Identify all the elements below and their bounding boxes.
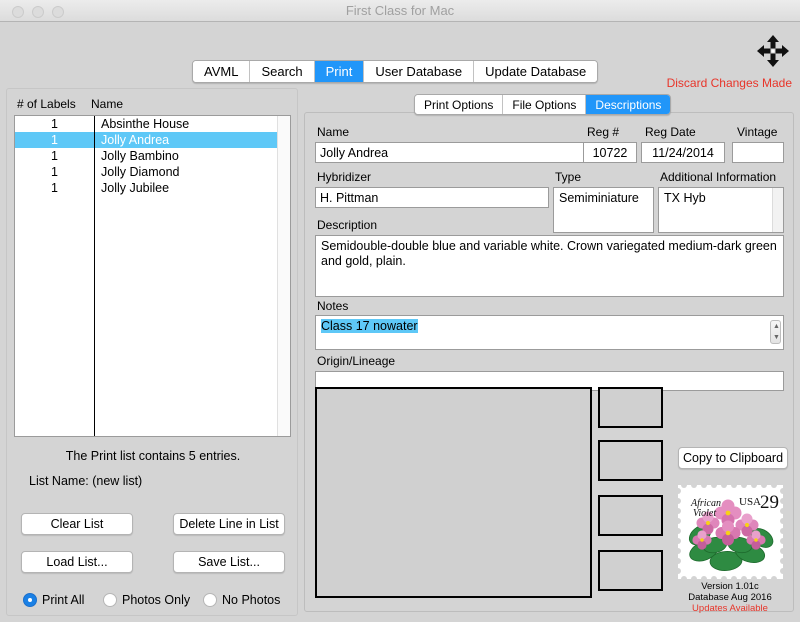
reg-date-input[interactable]: 11/24/2014: [641, 142, 725, 163]
additional-information-value: TX Hyb: [664, 191, 706, 205]
list-item-name: Jolly Jubilee: [101, 181, 170, 195]
list-item-name: Jolly Andrea: [101, 133, 170, 147]
version-info: Version 1.01c Database Aug 2016 Updates …: [665, 581, 795, 614]
clear-list-button[interactable]: Clear List: [21, 513, 133, 535]
radio-label-no-photos: No Photos: [222, 593, 281, 607]
tab-update-database[interactable]: Update Database: [474, 61, 598, 82]
list-item[interactable]: 1 Jolly Diamond: [15, 164, 290, 180]
descriptions-panel: Name Jolly Andrea Reg # 10722 Reg Date 1…: [304, 112, 795, 614]
list-item-count: 1: [51, 181, 58, 195]
chevron-up-icon[interactable]: ▲: [771, 321, 782, 332]
list-item[interactable]: 1 Absinthe House: [15, 116, 290, 132]
thumbnail-placeholder-2[interactable]: [598, 440, 663, 481]
radio-photos-only[interactable]: Photos Only: [103, 593, 190, 607]
notes-input[interactable]: Class 17 nowater ▲ ▼: [315, 315, 784, 350]
tab-print[interactable]: Print: [314, 61, 365, 82]
four-arrow-move-icon[interactable]: [756, 34, 790, 68]
tab-user-database[interactable]: User Database: [364, 61, 475, 82]
additional-information-input[interactable]: TX Hyb: [658, 187, 784, 233]
list-name-text: List Name: (new list): [29, 474, 143, 488]
type-input[interactable]: Semiminiature: [553, 187, 654, 233]
list-item[interactable]: 1 Jolly Bambino: [15, 148, 290, 164]
radio-dot-no-photos: [203, 593, 217, 607]
list-item-name: Jolly Bambino: [101, 149, 179, 163]
print-list-panel: # of Labels Name 1 Absinthe House 1 Jolly A…: [6, 88, 298, 616]
main-tab-bar: AVML Search Print User Database Update D…: [192, 60, 599, 83]
discard-changes-notice[interactable]: Discard Changes Made: [667, 76, 792, 90]
radio-dot-photos-only: [103, 593, 117, 607]
thumbnail-placeholder-1[interactable]: [598, 387, 663, 428]
tab-search[interactable]: Search: [250, 61, 315, 82]
list-item-count: 1: [51, 165, 58, 179]
list-item-name: Jolly Diamond: [101, 165, 180, 179]
description-input[interactable]: Semidouble-double blue and variable whit…: [315, 235, 784, 297]
thumbnail-placeholder-3[interactable]: [598, 495, 663, 536]
chevron-down-icon[interactable]: ▼: [771, 332, 782, 343]
label-origin-lineage: Origin/Lineage: [317, 354, 396, 368]
hybridizer-input[interactable]: H. Pittman: [315, 187, 549, 208]
list-column-divider: [94, 116, 95, 436]
radio-no-photos[interactable]: No Photos: [203, 593, 280, 607]
notes-value-selected: Class 17 nowater: [321, 319, 418, 333]
app-window: First Class for Mac AVML Search Print Us…: [0, 0, 800, 622]
label-type: Type: [555, 170, 582, 184]
name-input[interactable]: Jolly Andrea: [315, 142, 587, 163]
main-photo-placeholder[interactable]: [315, 387, 592, 598]
radio-print-all[interactable]: Print All: [23, 593, 84, 607]
svg-text:Violet: Violet: [693, 508, 716, 519]
delete-line-button[interactable]: Delete Line in List: [173, 513, 285, 535]
thumbnail-placeholder-4[interactable]: [598, 550, 663, 591]
reg-number-input[interactable]: 10722: [583, 142, 637, 163]
radio-label-print-all: Print All: [42, 593, 85, 607]
tab-avml[interactable]: AVML: [193, 61, 251, 82]
column-header-name: Name: [91, 97, 124, 111]
print-list[interactable]: 1 Absinthe House 1 Jolly Andrea 1 Jolly Bambi…: [14, 115, 291, 437]
label-reg-date: Reg Date: [645, 125, 696, 139]
list-item-count: 1: [51, 133, 58, 147]
window-title: First Class for Mac: [345, 3, 455, 18]
label-hybridizer: Hybridizer: [317, 170, 372, 184]
database-text: Database Aug 2016: [688, 592, 772, 603]
svg-text:29: 29: [760, 492, 779, 513]
entries-count-text: The Print list contains 5 entries.: [65, 449, 241, 463]
load-list-button[interactable]: Load List...: [21, 551, 133, 573]
label-additional-information: Additional Information: [660, 170, 777, 184]
tab-descriptions[interactable]: Descriptions: [586, 95, 671, 114]
copy-to-clipboard-button[interactable]: Copy to Clipboard: [678, 447, 788, 469]
notes-stepper[interactable]: ▲ ▼: [770, 320, 781, 344]
label-notes: Notes: [317, 299, 349, 313]
updates-available-text[interactable]: Updates Available: [665, 603, 795, 614]
list-item-count: 1: [51, 117, 58, 131]
detail-tab-bar: Print Options File Options Descriptions: [414, 94, 672, 115]
window-titlebar: First Class for Mac: [0, 0, 800, 22]
radio-dot-print-all: [23, 593, 37, 607]
radio-label-photos-only: Photos Only: [122, 593, 191, 607]
list-item-name: Absinthe House: [101, 117, 190, 131]
label-name: Name: [317, 125, 350, 139]
tab-file-options[interactable]: File Options: [503, 95, 587, 114]
save-list-button[interactable]: Save List...: [173, 551, 285, 573]
svg-text:USA: USA: [739, 496, 761, 508]
label-reg-number: Reg #: [587, 125, 620, 139]
african-violet-stamp-image: African Violet USA 29: [675, 482, 786, 582]
list-item-count: 1: [51, 149, 58, 163]
label-description: Description: [317, 218, 378, 232]
list-item[interactable]: 1 Jolly Jubilee: [15, 180, 290, 196]
print-list-rows: 1 Absinthe House 1 Jolly Andrea 1 Jolly Bambi…: [15, 116, 290, 196]
additional-information-scrollbar[interactable]: [772, 188, 783, 232]
list-item[interactable]: 1 Jolly Andrea: [15, 132, 290, 148]
list-scrollbar[interactable]: [277, 116, 290, 436]
version-text: Version 1.01c: [701, 581, 759, 592]
label-vintage: Vintage: [737, 125, 778, 139]
vintage-input[interactable]: [732, 142, 784, 163]
column-header-labels: # of Labels: [17, 97, 76, 111]
tab-print-options[interactable]: Print Options: [415, 95, 504, 114]
